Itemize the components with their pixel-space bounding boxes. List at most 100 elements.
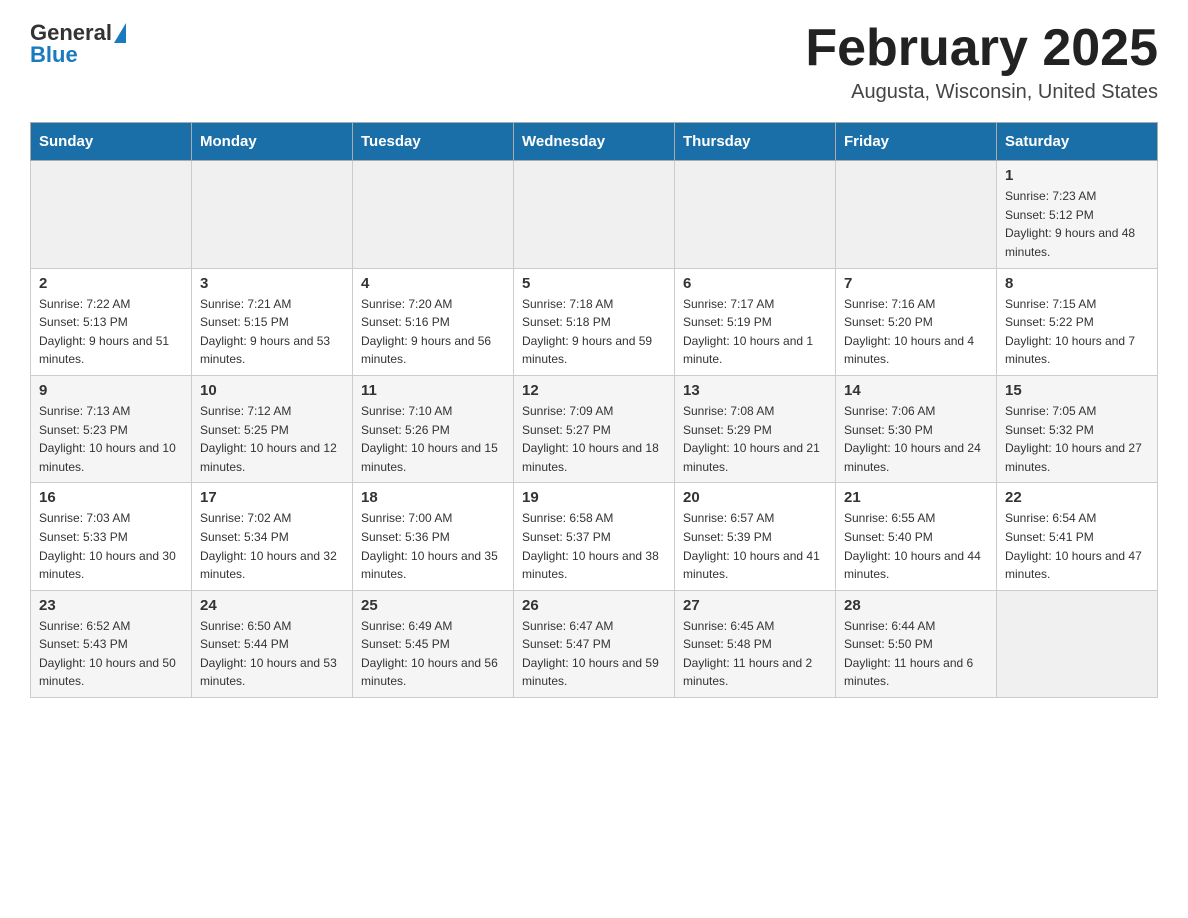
day-info: Sunrise: 6:58 AMSunset: 5:37 PMDaylight:… bbox=[522, 509, 666, 583]
calendar-day-cell: 14 Sunrise: 7:06 AMSunset: 5:30 PMDayligh… bbox=[836, 375, 997, 482]
day-number: 8 bbox=[1005, 275, 1149, 292]
day-number: 7 bbox=[844, 275, 988, 292]
day-info: Sunrise: 7:06 AMSunset: 5:30 PMDaylight:… bbox=[844, 402, 988, 476]
day-number: 14 bbox=[844, 382, 988, 399]
calendar-day-cell: 11Sunrise: 7:10 AMSunset: 5:26 PMDayligh… bbox=[353, 375, 514, 482]
day-info: Sunrise: 7:17 AMSunset: 5:19 PMDaylight:… bbox=[683, 295, 827, 369]
day-number: 21 bbox=[844, 489, 988, 506]
logo-triangle-icon bbox=[114, 23, 126, 43]
day-info: Sunrise: 6:57 AMSunset: 5:39 PMDaylight:… bbox=[683, 509, 827, 583]
calendar-day-cell: 6 Sunrise: 7:17 AMSunset: 5:19 PMDaylight… bbox=[675, 268, 836, 375]
day-number: 16 bbox=[39, 489, 183, 506]
calendar-day-cell: 5Sunrise: 7:18 AMSunset: 5:18 PMDaylight… bbox=[514, 268, 675, 375]
calendar-week-row: 2 Sunrise: 7:22 AMSunset: 5:13 PMDaylight… bbox=[31, 268, 1158, 375]
calendar-day-cell bbox=[514, 161, 675, 268]
day-info: Sunrise: 7:15 AMSunset: 5:22 PMDaylight:… bbox=[1005, 295, 1149, 369]
calendar-day-cell: 20 Sunrise: 6:57 AMSunset: 5:39 PMDayligh… bbox=[675, 483, 836, 590]
day-info: Sunrise: 6:45 AMSunset: 5:48 PMDaylight:… bbox=[683, 617, 827, 691]
day-number: 15 bbox=[1005, 382, 1149, 399]
calendar-day-cell: 17Sunrise: 7:02 AMSunset: 5:34 PMDayligh… bbox=[192, 483, 353, 590]
calendar-week-row: 16 Sunrise: 7:03 AMSunset: 5:33 PMDayligh… bbox=[31, 483, 1158, 590]
calendar-day-cell: 16 Sunrise: 7:03 AMSunset: 5:33 PMDayligh… bbox=[31, 483, 192, 590]
header-tuesday: Tuesday bbox=[353, 123, 514, 161]
calendar-day-cell: 3 Sunrise: 7:21 AMSunset: 5:15 PMDaylight… bbox=[192, 268, 353, 375]
calendar-day-cell: 18Sunrise: 7:00 AMSunset: 5:36 PMDayligh… bbox=[353, 483, 514, 590]
calendar-day-cell: 27 Sunrise: 6:45 AMSunset: 5:48 PMDayligh… bbox=[675, 590, 836, 697]
header-sunday: Sunday bbox=[31, 123, 192, 161]
day-info: Sunrise: 7:09 AMSunset: 5:27 PMDaylight:… bbox=[522, 402, 666, 476]
calendar-day-cell: 15 Sunrise: 7:05 AMSunset: 5:32 PMDayligh… bbox=[997, 375, 1158, 482]
day-number: 19 bbox=[522, 489, 666, 506]
day-info: Sunrise: 7:23 AMSunset: 5:12 PMDaylight:… bbox=[1005, 187, 1149, 261]
calendar-table: SundayMondayTuesdayWednesdayThursdayFrid… bbox=[30, 122, 1158, 698]
calendar-day-cell: 24 Sunrise: 6:50 AMSunset: 5:44 PMDayligh… bbox=[192, 590, 353, 697]
title-section: February 2025 Augusta, Wisconsin, United… bbox=[805, 20, 1158, 104]
day-number: 28 bbox=[844, 597, 988, 614]
day-number: 13 bbox=[683, 382, 827, 399]
calendar-day-cell bbox=[675, 161, 836, 268]
calendar-day-cell: 28Sunrise: 6:44 AMSunset: 5:50 PMDayligh… bbox=[836, 590, 997, 697]
calendar-day-cell: 7 Sunrise: 7:16 AMSunset: 5:20 PMDaylight… bbox=[836, 268, 997, 375]
logo: General Blue bbox=[30, 20, 127, 68]
calendar-day-cell: 13 Sunrise: 7:08 AMSunset: 5:29 PMDayligh… bbox=[675, 375, 836, 482]
day-info: Sunrise: 7:22 AMSunset: 5:13 PMDaylight:… bbox=[39, 295, 183, 369]
calendar-day-cell bbox=[353, 161, 514, 268]
day-info: Sunrise: 6:49 AMSunset: 5:45 PMDaylight:… bbox=[361, 617, 505, 691]
header-saturday: Saturday bbox=[997, 123, 1158, 161]
day-info: Sunrise: 7:03 AMSunset: 5:33 PMDaylight:… bbox=[39, 509, 183, 583]
calendar-week-row: 23 Sunrise: 6:52 AMSunset: 5:43 PMDayligh… bbox=[31, 590, 1158, 697]
calendar-day-cell: 8 Sunrise: 7:15 AMSunset: 5:22 PMDaylight… bbox=[997, 268, 1158, 375]
header-wednesday: Wednesday bbox=[514, 123, 675, 161]
day-info: Sunrise: 6:54 AMSunset: 5:41 PMDaylight:… bbox=[1005, 509, 1149, 583]
calendar-day-cell: 4 Sunrise: 7:20 AMSunset: 5:16 PMDaylight… bbox=[353, 268, 514, 375]
day-number: 20 bbox=[683, 489, 827, 506]
day-info: Sunrise: 6:50 AMSunset: 5:44 PMDaylight:… bbox=[200, 617, 344, 691]
calendar-day-cell: 25 Sunrise: 6:49 AMSunset: 5:45 PMDayligh… bbox=[353, 590, 514, 697]
weekday-header-row: SundayMondayTuesdayWednesdayThursdayFrid… bbox=[31, 123, 1158, 161]
header-monday: Monday bbox=[192, 123, 353, 161]
day-info: Sunrise: 7:02 AMSunset: 5:34 PMDaylight:… bbox=[200, 509, 344, 583]
day-info: Sunrise: 7:16 AMSunset: 5:20 PMDaylight:… bbox=[844, 295, 988, 369]
day-info: Sunrise: 6:47 AMSunset: 5:47 PMDaylight:… bbox=[522, 617, 666, 691]
day-number: 2 bbox=[39, 275, 183, 292]
day-number: 25 bbox=[361, 597, 505, 614]
day-info: Sunrise: 7:21 AMSunset: 5:15 PMDaylight:… bbox=[200, 295, 344, 369]
day-info: Sunrise: 7:13 AMSunset: 5:23 PMDaylight:… bbox=[39, 402, 183, 476]
logo-blue-text: Blue bbox=[30, 42, 78, 68]
day-info: Sunrise: 7:12 AMSunset: 5:25 PMDaylight:… bbox=[200, 402, 344, 476]
calendar-day-cell bbox=[192, 161, 353, 268]
day-number: 22 bbox=[1005, 489, 1149, 506]
day-number: 1 bbox=[1005, 167, 1149, 184]
day-number: 23 bbox=[39, 597, 183, 614]
calendar-day-cell: 12 Sunrise: 7:09 AMSunset: 5:27 PMDayligh… bbox=[514, 375, 675, 482]
calendar-day-cell: 26 Sunrise: 6:47 AMSunset: 5:47 PMDayligh… bbox=[514, 590, 675, 697]
day-number: 24 bbox=[200, 597, 344, 614]
header-thursday: Thursday bbox=[675, 123, 836, 161]
day-number: 12 bbox=[522, 382, 666, 399]
day-number: 18 bbox=[361, 489, 505, 506]
day-number: 6 bbox=[683, 275, 827, 292]
day-info: Sunrise: 6:52 AMSunset: 5:43 PMDaylight:… bbox=[39, 617, 183, 691]
location-text: Augusta, Wisconsin, United States bbox=[805, 81, 1158, 104]
day-number: 4 bbox=[361, 275, 505, 292]
calendar-day-cell: 19 Sunrise: 6:58 AMSunset: 5:37 PMDayligh… bbox=[514, 483, 675, 590]
day-number: 10 bbox=[200, 382, 344, 399]
calendar-day-cell: 1 Sunrise: 7:23 AMSunset: 5:12 PMDaylight… bbox=[997, 161, 1158, 268]
month-title: February 2025 bbox=[805, 20, 1158, 77]
calendar-day-cell: 9 Sunrise: 7:13 AMSunset: 5:23 PMDaylight… bbox=[31, 375, 192, 482]
header-friday: Friday bbox=[836, 123, 997, 161]
day-info: Sunrise: 7:18 AMSunset: 5:18 PMDaylight:… bbox=[522, 295, 666, 369]
day-number: 27 bbox=[683, 597, 827, 614]
calendar-day-cell bbox=[31, 161, 192, 268]
day-number: 9 bbox=[39, 382, 183, 399]
day-number: 26 bbox=[522, 597, 666, 614]
day-info: Sunrise: 7:20 AMSunset: 5:16 PMDaylight:… bbox=[361, 295, 505, 369]
calendar-week-row: 1 Sunrise: 7:23 AMSunset: 5:12 PMDaylight… bbox=[31, 161, 1158, 268]
day-info: Sunrise: 7:05 AMSunset: 5:32 PMDaylight:… bbox=[1005, 402, 1149, 476]
calendar-day-cell: 22 Sunrise: 6:54 AMSunset: 5:41 PMDayligh… bbox=[997, 483, 1158, 590]
day-number: 3 bbox=[200, 275, 344, 292]
day-info: Sunrise: 6:55 AMSunset: 5:40 PMDaylight:… bbox=[844, 509, 988, 583]
day-info: Sunrise: 7:08 AMSunset: 5:29 PMDaylight:… bbox=[683, 402, 827, 476]
page-header: General Blue February 2025 Augusta, Wisc… bbox=[30, 20, 1158, 104]
calendar-day-cell bbox=[836, 161, 997, 268]
